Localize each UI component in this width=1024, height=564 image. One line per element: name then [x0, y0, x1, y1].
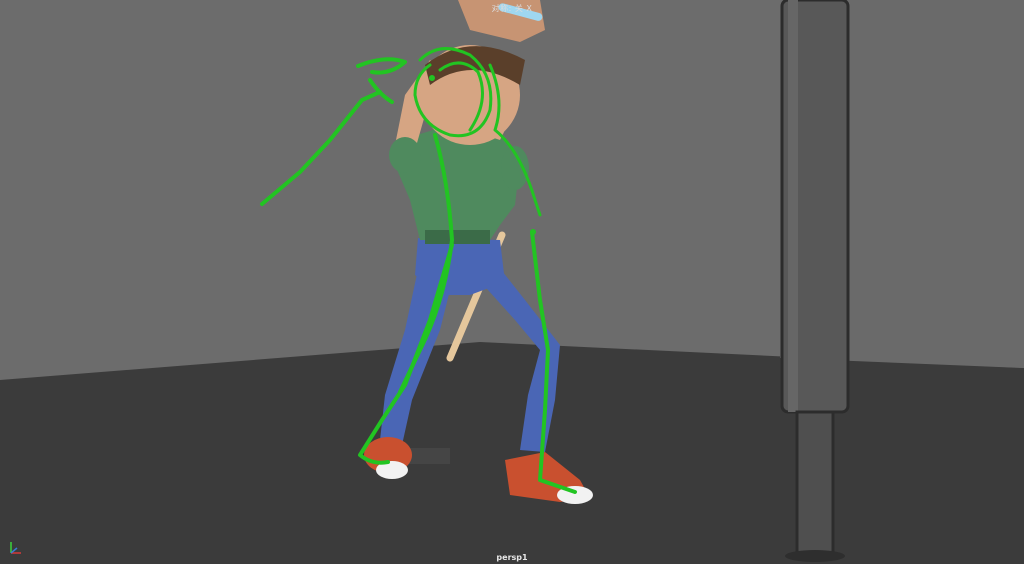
sketch-dot-2	[530, 229, 536, 235]
camera-name-label: persp1	[496, 553, 528, 562]
3d-scene[interactable]	[0, 0, 1024, 564]
symmetry-status-label: 对称: 关 X	[491, 4, 533, 13]
sketch-dot-1	[429, 75, 435, 81]
floor-plane	[0, 342, 1024, 564]
maya-perspective-viewport[interactable]: 对称: 关 X persp1	[0, 0, 1024, 564]
